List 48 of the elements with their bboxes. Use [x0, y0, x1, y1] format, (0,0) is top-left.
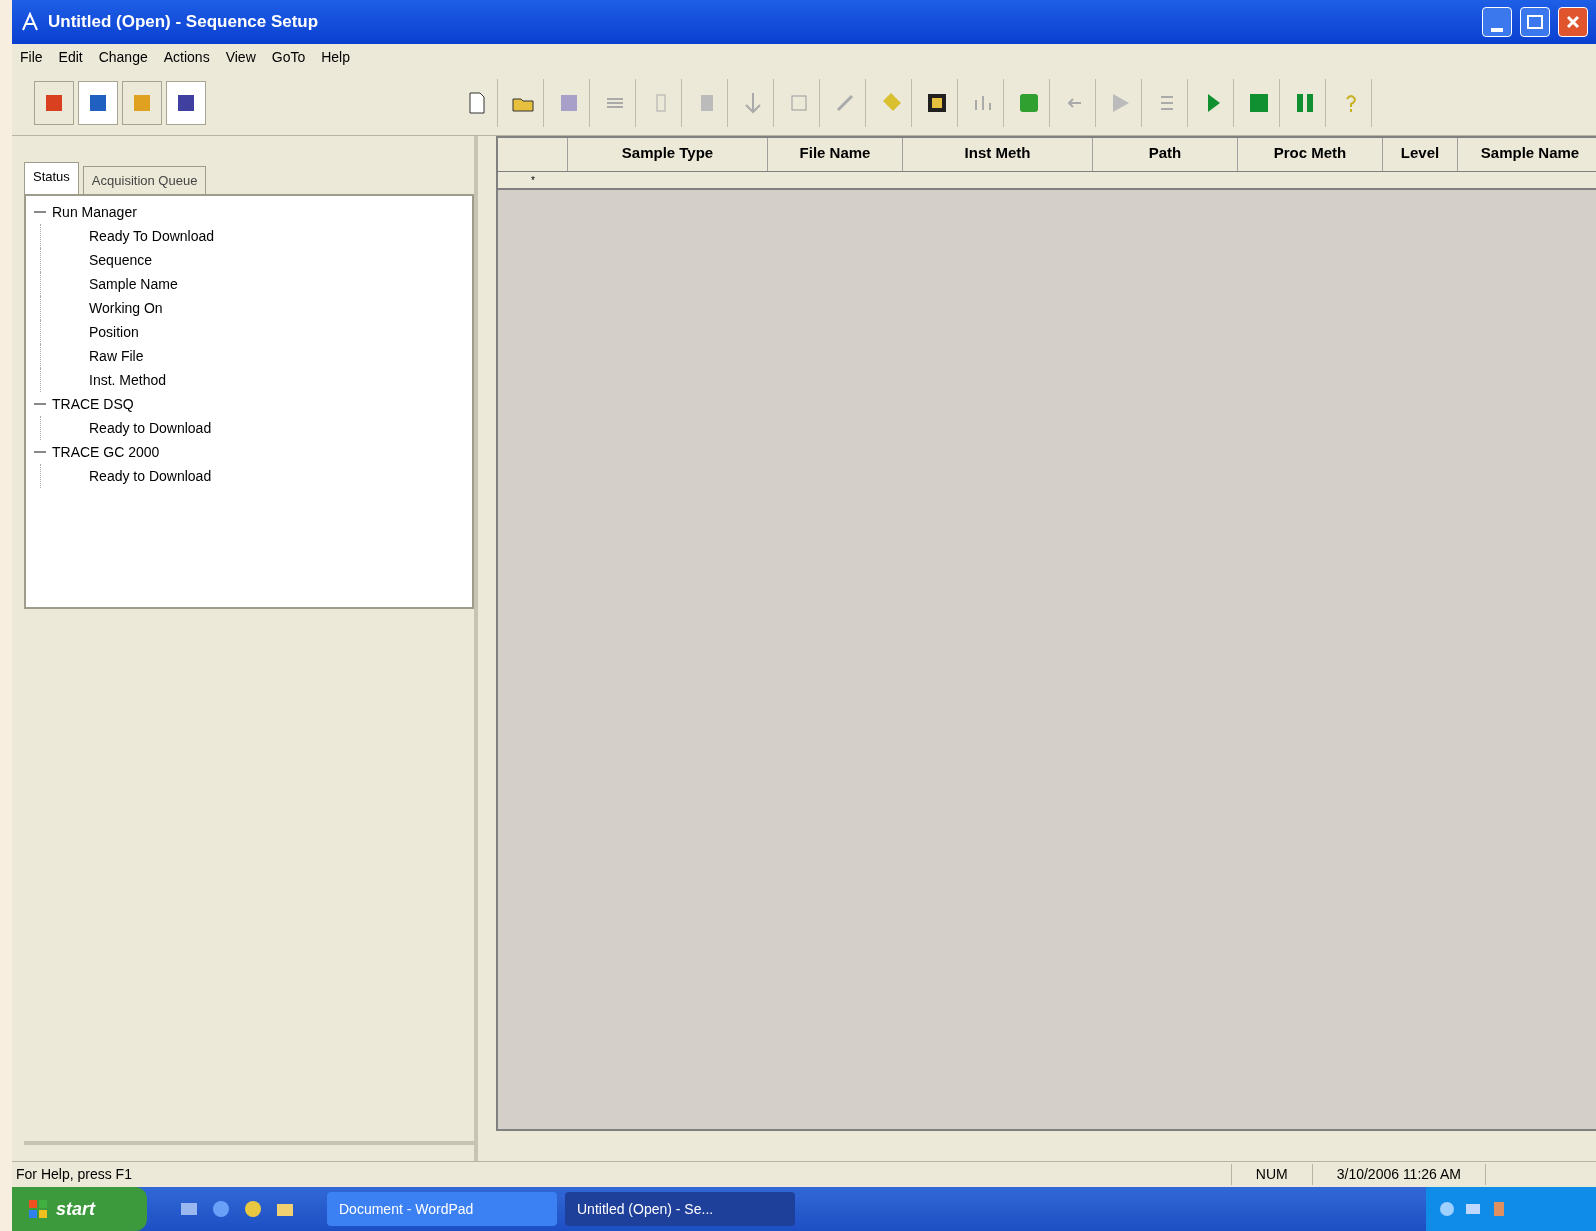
column-header[interactable]: Sample Type: [568, 138, 768, 171]
num-lock-indicator: NUM: [1230, 1164, 1313, 1185]
tree-node[interactable]: Raw File: [89, 345, 144, 367]
new-row-marker: *: [530, 174, 536, 188]
menu-item[interactable]: Help: [321, 46, 350, 68]
tree-node[interactable]: Sequence: [89, 249, 153, 271]
windows-logo-icon: [28, 1199, 48, 1219]
column-header[interactable]: Inst Meth: [903, 138, 1093, 171]
column-header[interactable]: File Name: [768, 138, 903, 171]
column-header[interactable]: Proc Meth: [1238, 138, 1383, 171]
toolbar-button[interactable]: [166, 80, 206, 125]
menu-item[interactable]: View: [225, 46, 256, 68]
media-icon[interactable]: [243, 1199, 263, 1219]
window-title: Untitled (Open) - Sequence Setup: [48, 11, 319, 34]
status-datetime: 3/10/2006 11:26 AM: [1312, 1164, 1486, 1185]
menu-item[interactable]: File: [20, 46, 43, 68]
taskbar-button[interactable]: Document - WordPad: [327, 1192, 557, 1226]
tree-node[interactable]: Ready to Download: [89, 417, 212, 439]
tree-node[interactable]: Ready To Download: [89, 225, 215, 247]
menu-item[interactable]: Edit: [58, 46, 83, 68]
status-help-text: For Help, press F1: [16, 1165, 132, 1184]
column-header[interactable]: Level: [1383, 138, 1458, 171]
menu-item[interactable]: Actions: [163, 46, 210, 68]
tree-node[interactable]: TRACE GC 2000: [52, 441, 160, 463]
column-header[interactable]: Path: [1093, 138, 1238, 171]
browser-icon[interactable]: [211, 1199, 231, 1219]
minimize-button[interactable]: [1482, 7, 1512, 37]
close-icon: [1566, 15, 1580, 29]
app-icon: [20, 12, 40, 32]
tray-icon[interactable]: [1438, 1200, 1456, 1218]
taskbar-button[interactable]: Untitled (Open) - Se...: [565, 1192, 795, 1226]
menu-item[interactable]: GoTo: [271, 46, 306, 68]
toolbar-button[interactable]: [78, 80, 118, 125]
tab[interactable]: Status: [24, 162, 79, 194]
tree-node[interactable]: TRACE DSQ: [52, 393, 134, 415]
close-button[interactable]: [1558, 7, 1588, 37]
column-header[interactable]: Sample Name: [1458, 138, 1596, 171]
maximize-icon: [1527, 15, 1543, 29]
maximize-button[interactable]: [1520, 7, 1550, 37]
tree-node[interactable]: Working On: [89, 297, 163, 319]
tree-node[interactable]: Ready to Download: [89, 465, 212, 487]
minimize-icon: [1491, 28, 1503, 32]
start-button[interactable]: start: [12, 1187, 147, 1231]
tree-node[interactable]: Run Manager: [52, 201, 137, 223]
tree-node[interactable]: Position: [89, 321, 139, 343]
tree-node[interactable]: Inst. Method: [89, 369, 167, 391]
tree-node[interactable]: Sample Name: [89, 273, 178, 295]
menu-item[interactable]: Change: [98, 46, 148, 68]
